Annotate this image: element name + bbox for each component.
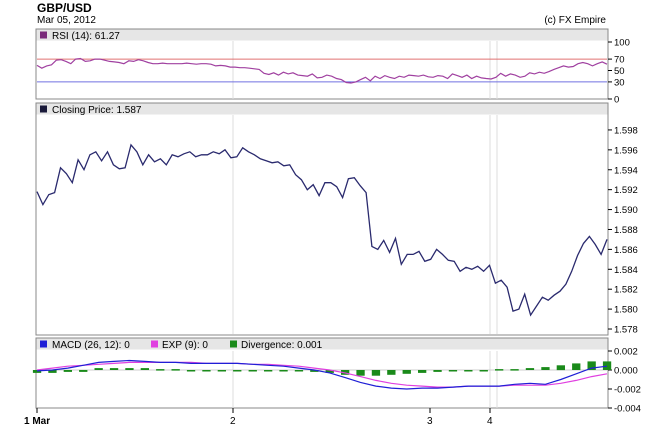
divergence-bar (140, 368, 149, 370)
divergence-bar (125, 368, 134, 370)
divergence-bar (495, 369, 504, 371)
divergence-bar (186, 370, 196, 372)
divergence-bar (541, 367, 550, 370)
x-tick-label: 3 (427, 416, 433, 427)
divergence-bar (171, 369, 180, 371)
macd-legend-label: MACD (26, 12): 0 (52, 340, 130, 351)
y-tick-label: 1.592 (614, 185, 638, 196)
divergence-bar (448, 370, 458, 372)
divergence-bar (356, 370, 365, 376)
divergence-bar (510, 369, 519, 371)
divergence-bar (217, 370, 226, 372)
y-tick-label: 100 (614, 38, 630, 49)
divergence-bar (556, 365, 565, 371)
y-tick-label: -0.002 (614, 385, 641, 396)
y-tick-label: 0 (614, 95, 619, 106)
divergence-bar (387, 370, 396, 375)
rsi-legend-label: RSI (14): 61.27 (52, 31, 120, 42)
divergence-legend-label: Divergence: 0.001 (241, 340, 323, 351)
divergence-bar (94, 368, 103, 370)
price-panel: Closing Price: 1.587 1.578 1.580 1.582 1.58… (35, 102, 638, 336)
rsi-legend-swatch (40, 31, 47, 39)
y-tick-label: 70 (614, 55, 625, 66)
divergence-bar (264, 370, 273, 372)
y-tick-label: 0.000 (614, 366, 638, 377)
y-tick-label: 30 (614, 77, 625, 88)
divergence-bar (433, 370, 442, 372)
divergence-bar (572, 363, 581, 370)
y-tick-label: -0.004 (614, 404, 641, 415)
divergence-bar (402, 370, 411, 374)
y-tick-label: 1.578 (614, 325, 638, 336)
divergence-bar (418, 370, 427, 373)
divergence-legend-swatch (230, 340, 237, 348)
y-tick-label: 1.588 (614, 225, 638, 236)
exp-legend-label: EXP (9): 0 (162, 340, 208, 351)
price-legend-label: Closing Price: 1.587 (52, 105, 142, 116)
rsi-panel: RSI (14): 61.27 0 305070 100 (35, 28, 630, 106)
x-tick-label: 1 Mar (24, 416, 50, 427)
divergence-bar (294, 370, 304, 372)
divergence-bar (109, 368, 119, 370)
y-tick-label: 1.596 (614, 145, 638, 156)
macd-legend-swatch (40, 340, 47, 348)
y-tick-label: 1.582 (614, 285, 638, 296)
y-tick-label: 1.586 (614, 245, 638, 256)
x-tick-label: 4 (487, 416, 493, 427)
divergence-bar (279, 370, 288, 372)
macd-panel: MACD (26, 12): 0 EXP (9): 0 Divergence: … (32, 337, 641, 415)
divergence-bar (371, 370, 381, 376)
x-axis: 1 Mar 2 3 4 (24, 408, 493, 427)
divergence-bar (202, 370, 211, 372)
divergence-bar (464, 370, 473, 372)
divergence-bar (602, 361, 612, 370)
x-tick-label: 2 (230, 416, 236, 427)
divergence-bar (248, 370, 257, 372)
y-tick-label: 1.584 (614, 265, 638, 276)
chart-canvas: RSI (14): 61.27 0 305070 100 Closing Price… (24, 28, 641, 427)
y-tick-label: 1.598 (614, 125, 638, 136)
divergence-bar (63, 370, 72, 372)
y-tick-label: 1.594 (614, 165, 638, 176)
y-tick-label: 1.580 (614, 305, 638, 316)
divergence-bar (479, 370, 488, 372)
y-tick-label: 1.590 (614, 205, 638, 216)
divergence-bar (156, 369, 165, 371)
divergence-bar (233, 370, 242, 372)
y-tick-label: 0.002 (614, 347, 638, 358)
exp-legend-swatch (151, 340, 158, 348)
y-tick-label: 50 (614, 66, 625, 77)
divergence-bar (525, 368, 535, 370)
price-legend-swatch (40, 105, 47, 113)
divergence-bar (79, 370, 88, 372)
